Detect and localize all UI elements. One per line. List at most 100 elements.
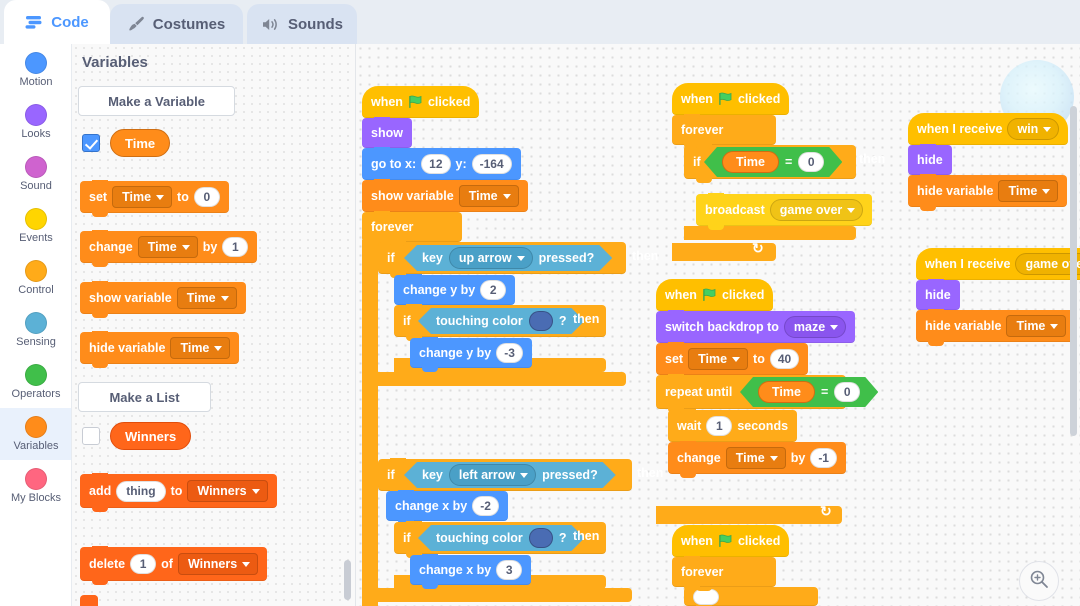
block-broadcast-game-over[interactable]: broadcast game over — [696, 193, 873, 230]
category-my-blocks[interactable]: My Blocks — [0, 460, 71, 512]
set-variable-dropdown[interactable]: Time — [688, 348, 749, 370]
palette-block-add-to-list[interactable]: add thing to Winners — [80, 473, 277, 512]
hide-variable-dropdown[interactable]: Time — [1006, 315, 1067, 337]
show-variable-dropdown[interactable]: Time — [458, 185, 519, 207]
palette-scrollbar[interactable] — [344, 560, 351, 600]
message-dropdown[interactable]: win — [1007, 118, 1060, 140]
hide-variable-dropdown[interactable]: Time — [170, 337, 231, 359]
tab-code[interactable]: Code — [4, 0, 110, 44]
block-forever-timer[interactable]: forever — [672, 114, 776, 149]
block-hide-game-over[interactable]: hide — [916, 279, 960, 314]
go-to-x-input[interactable]: 12 — [421, 154, 451, 174]
bool-key-up-pressed[interactable]: key up arrow pressed? — [404, 245, 612, 271]
variable-time-checkbox[interactable] — [82, 134, 100, 152]
change-variable-dropdown[interactable]: Time — [725, 447, 786, 469]
add-list-dropdown[interactable]: Winners — [187, 480, 268, 502]
category-looks[interactable]: Looks — [0, 96, 71, 148]
category-motion[interactable]: Motion — [0, 44, 71, 96]
set-value-input[interactable]: 0 — [193, 187, 220, 207]
block-switch-backdrop[interactable]: switch backdrop to maze — [656, 310, 856, 347]
hide-variable-dropdown[interactable]: Time — [998, 180, 1059, 202]
delete-index-input[interactable]: 1 — [130, 554, 157, 574]
change-x-input[interactable]: -2 — [472, 496, 499, 516]
block-when-flag-clicked-3[interactable]: when clicked — [656, 279, 774, 311]
block-wait-seconds[interactable]: wait 1 seconds — [668, 409, 798, 446]
palette-block-change-variable[interactable]: change Time by 1 — [80, 230, 258, 267]
change-value-input[interactable]: 1 — [222, 237, 249, 257]
block-category-list[interactable]: Motion Looks Sound Events Control Sensin… — [0, 44, 72, 606]
block-go-to-xy[interactable]: go to x: 12 y: -164 — [362, 147, 521, 184]
block-change-y-by-neg3[interactable]: change y by -3 — [410, 337, 532, 372]
change-value-input[interactable]: -1 — [810, 448, 837, 468]
palette-block-delete-of-list[interactable]: delete 1 of Winners — [80, 546, 268, 585]
bool-key-left-pressed[interactable]: key left arrow pressed? — [404, 462, 616, 488]
add-thing-input[interactable]: thing — [116, 480, 166, 502]
color-swatch[interactable] — [529, 528, 553, 548]
change-y-input[interactable]: -3 — [496, 343, 523, 363]
canvas-scrollbar[interactable] — [1070, 106, 1077, 436]
block-show[interactable]: show — [362, 117, 412, 152]
block-change-x-by-neg2[interactable]: change x by -2 — [386, 490, 508, 525]
set-value-input[interactable]: 40 — [769, 349, 800, 369]
block-forever-bottom[interactable]: forever — [672, 556, 776, 591]
bool-touching-color-2[interactable]: touching color ? — [418, 525, 584, 551]
block-change-x-by-3[interactable]: change x by 3 — [410, 554, 532, 589]
category-operators[interactable]: Operators — [0, 356, 71, 408]
block-palette[interactable]: Variables Make a Variable Time set Time … — [72, 44, 355, 606]
list-winners-checkbox[interactable] — [82, 427, 100, 445]
make-a-variable-button[interactable]: Make a Variable — [78, 86, 235, 116]
change-variable-dropdown[interactable]: Time — [137, 236, 198, 258]
backdrop-dropdown[interactable]: maze — [783, 316, 847, 338]
compare-value-input[interactable]: 0 — [798, 152, 824, 172]
color-swatch[interactable] — [529, 311, 553, 331]
zoom-in-button[interactable] — [1019, 561, 1059, 601]
category-variables[interactable]: Variables — [0, 408, 71, 460]
go-to-y-input[interactable]: -164 — [471, 154, 512, 174]
palette-block-hide-variable[interactable]: hide variable Time — [80, 331, 240, 368]
tab-costumes[interactable]: Costumes — [110, 4, 243, 44]
change-y-input[interactable]: 2 — [480, 280, 507, 300]
category-control[interactable]: Control — [0, 252, 71, 304]
bool-touching-color-1[interactable]: touching color ? — [418, 308, 584, 334]
block-set-time-40[interactable]: set Time to 40 — [656, 342, 809, 379]
block-change-y-by-2[interactable]: change y by 2 — [394, 274, 516, 309]
key-dropdown[interactable]: left arrow — [449, 464, 536, 486]
block-show-variable-time[interactable]: show variable Time — [362, 179, 528, 216]
operator-equals-countdown[interactable]: Time = 0 — [740, 377, 878, 407]
category-sound[interactable]: Sound — [0, 148, 71, 200]
block-hide-variable-game-over[interactable]: hide variable Time — [916, 309, 1076, 346]
category-events[interactable]: Events — [0, 200, 71, 252]
wait-value-input[interactable]: 1 — [706, 416, 733, 436]
key-dropdown[interactable]: up arrow — [449, 247, 533, 269]
delete-list-dropdown[interactable]: Winners — [177, 553, 259, 575]
block-when-i-receive-win[interactable]: when I receive win — [908, 113, 1069, 145]
palette-block-show-variable[interactable]: show variable Time — [80, 281, 246, 318]
tab-sounds[interactable]: Sounds — [247, 4, 357, 44]
category-sensing[interactable]: Sensing — [0, 304, 71, 356]
variable-time-reporter[interactable]: Time — [110, 129, 171, 157]
block-when-i-receive-game-over[interactable]: when I receive game over — [916, 248, 1080, 280]
show-variable-dropdown[interactable]: Time — [176, 287, 237, 309]
variable-time-pill[interactable]: Time — [758, 381, 815, 403]
make-a-list-button[interactable]: Make a List — [78, 382, 211, 412]
partial-input[interactable] — [693, 588, 719, 605]
broadcast-dropdown[interactable]: game over — [769, 199, 864, 221]
compare-value-input[interactable]: 0 — [834, 382, 860, 402]
block-hide-variable-win[interactable]: hide variable Time — [908, 174, 1068, 211]
set-variable-dropdown[interactable]: Time — [112, 186, 173, 208]
variable-time-pill[interactable]: Time — [722, 151, 779, 173]
block-when-flag-clicked[interactable]: when clicked — [362, 86, 480, 118]
dropdown-value: left arrow — [458, 468, 516, 482]
block-when-flag-clicked-2[interactable]: when clicked — [672, 83, 790, 115]
palette-block-set-variable[interactable]: set Time to 0 — [80, 180, 229, 217]
list-winners-reporter[interactable]: Winners — [110, 422, 192, 450]
block-when-flag-clicked-4[interactable]: when clicked — [672, 525, 790, 557]
block-hide-win[interactable]: hide — [908, 144, 952, 179]
change-x-input[interactable]: 3 — [496, 560, 523, 580]
block-change-time-by-neg1[interactable]: change Time by -1 — [668, 441, 846, 478]
forever-header[interactable]: forever — [362, 211, 462, 246]
operator-equals[interactable]: Time = 0 — [704, 147, 842, 177]
code-canvas[interactable]: when clicked show go to x: 12 y: -164 sh… — [356, 44, 1080, 606]
palette-block-partial[interactable] — [80, 595, 98, 606]
block-partial-clipped[interactable] — [684, 587, 818, 606]
